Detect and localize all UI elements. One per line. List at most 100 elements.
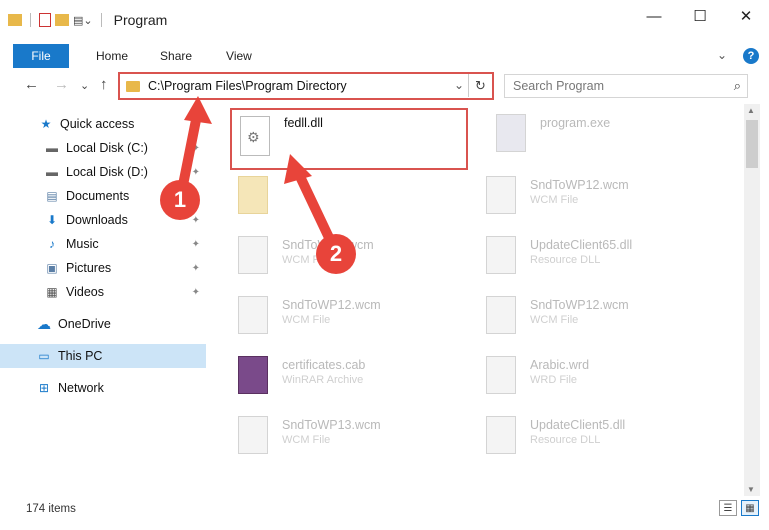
file-icon: [238, 236, 268, 274]
sidebar-item-quick-access[interactable]: ★ Quick access: [0, 112, 206, 136]
pin-icon: ✦: [191, 166, 200, 178]
drive-icon: ▬: [46, 165, 58, 179]
file-name: SndToWP13.wcm: [282, 418, 381, 432]
new-folder-icon[interactable]: [55, 14, 69, 26]
scroll-thumb[interactable]: [746, 120, 758, 168]
sidebar-item-onedrive[interactable]: ☁ OneDrive: [0, 312, 206, 336]
status-bar: 174 items ☰ ▦: [0, 498, 769, 520]
file-icon: [486, 176, 516, 214]
sidebar-item-label: Videos: [66, 285, 104, 299]
sidebar-item-label: Pictures: [66, 261, 112, 275]
expand-ribbon-icon[interactable]: ⌄: [717, 48, 727, 64]
search-input[interactable]: Search Program ⌕: [504, 74, 748, 98]
tab-share[interactable]: Share: [160, 49, 192, 63]
file-item[interactable]: [210, 166, 450, 216]
callout-badge-2: 2: [316, 234, 356, 274]
tab-file[interactable]: File: [13, 44, 69, 68]
file-type: WCM File: [282, 314, 331, 326]
sidebar-item-label: Local Disk (C:): [66, 141, 148, 155]
properties-icon[interactable]: [39, 13, 51, 27]
details-view-icon[interactable]: ☰: [719, 500, 737, 516]
sidebar-item-label: Downloads: [66, 213, 128, 227]
sidebar-item-label: Documents: [66, 189, 130, 203]
file-name: fedll.dll: [284, 116, 323, 130]
file-list: ⚙ fedll.dll program.exe SndToWP12.wcm WC…: [210, 104, 744, 490]
file-icon: [486, 356, 516, 394]
file-type: WinRAR Archive: [282, 374, 364, 386]
archive-icon: [238, 356, 268, 394]
download-icon: ⬇: [46, 213, 58, 227]
vertical-scrollbar[interactable]: ▲ ▼: [744, 104, 760, 496]
file-item[interactable]: UpdateClient65.dll Resource DLL: [458, 226, 698, 276]
computer-icon: ▭: [38, 349, 50, 363]
sidebar-item-label: Network: [58, 381, 104, 395]
file-name: SndToWP12.wcm: [530, 178, 629, 192]
sidebar-item-music[interactable]: ♪ Music ✦: [0, 232, 206, 256]
tab-view[interactable]: View: [226, 49, 252, 63]
file-item[interactable]: SndToWP12.wcm WCM File: [210, 286, 450, 336]
forward-icon[interactable]: →: [54, 76, 69, 93]
search-icon[interactable]: ⌕: [734, 78, 741, 94]
file-name: program.exe: [540, 116, 611, 130]
tiles-view-icon[interactable]: ▦: [741, 500, 759, 516]
music-icon: ♪: [49, 237, 55, 251]
drive-icon: ▬: [46, 141, 58, 155]
videos-icon: ▦: [46, 285, 58, 299]
sidebar-item-label: Music: [66, 237, 99, 251]
file-item[interactable]: SndToWP12.wcm WCM File: [458, 166, 698, 216]
sidebar-item-videos[interactable]: ▦ Videos ✦: [0, 280, 206, 304]
sidebar-item-local-disk-c[interactable]: ▬ Local Disk (C:) ✦: [0, 136, 206, 160]
file-name: SndToWP12.wcm: [530, 298, 629, 312]
ribbon: File Home Share View ⌄ ?: [0, 44, 769, 68]
address-dropdown-icon[interactable]: ⌄: [454, 78, 464, 92]
file-item[interactable]: Arabic.wrd WRD File: [458, 346, 698, 396]
sidebar-item-network[interactable]: ⊞ Network: [0, 376, 206, 400]
file-name: UpdateClient65.dll: [530, 238, 633, 252]
dll-file-icon: [486, 416, 516, 454]
network-icon: ⊞: [38, 381, 50, 395]
file-item[interactable]: program.exe: [468, 104, 708, 154]
callout-badge-1: 1: [160, 180, 200, 220]
sidebar-item-label: Local Disk (D:): [66, 165, 148, 179]
file-item[interactable]: SndToWP13.wcm WCM File: [210, 406, 450, 456]
view-buttons: ☰ ▦: [719, 500, 759, 516]
file-name: SndToWP12.wcm: [282, 298, 381, 312]
folder-icon: [8, 14, 22, 26]
file-name: Arabic.wrd: [530, 358, 590, 372]
sidebar-item-label: OneDrive: [58, 317, 111, 331]
address-bar[interactable]: C:\Program Files\Program Directory ⌄ ↻: [118, 72, 494, 100]
file-item[interactable]: UpdateClient5.dll Resource DLL: [458, 406, 698, 456]
file-type: WRD File: [530, 374, 578, 386]
file-icon: [238, 296, 268, 334]
up-icon[interactable]: ↑: [100, 76, 108, 93]
folder-icon: [238, 176, 268, 214]
customize-icon[interactable]: ▤⌄: [73, 14, 93, 27]
exe-file-icon: [496, 114, 526, 152]
pin-icon: ✦: [191, 238, 200, 250]
divider: [100, 13, 102, 27]
sidebar-item-pictures[interactable]: ▣ Pictures ✦: [0, 256, 206, 280]
gear-icon: ⚙: [247, 129, 260, 145]
minimize-button[interactable]: —: [631, 0, 677, 32]
address-path[interactable]: C:\Program Files\Program Directory: [148, 79, 347, 93]
file-icon: [486, 296, 516, 334]
scroll-up-icon[interactable]: ▲: [747, 106, 755, 115]
help-icon[interactable]: ?: [743, 48, 759, 64]
title-bar: ▤⌄ Program — ☐ ✕: [0, 0, 769, 40]
refresh-icon[interactable]: ↻: [468, 74, 492, 97]
file-name: certificates.cab: [282, 358, 366, 372]
scroll-down-icon[interactable]: ▼: [747, 485, 755, 494]
window-title: Program: [113, 12, 168, 28]
ribbon-right: ⌄ ?: [717, 48, 759, 64]
close-button[interactable]: ✕: [723, 0, 769, 32]
pin-icon: ✦: [191, 142, 200, 154]
maximize-button[interactable]: ☐: [677, 0, 723, 32]
recent-locations-icon[interactable]: ⌄: [80, 79, 89, 92]
sidebar-item-this-pc[interactable]: ▭ This PC: [0, 344, 206, 368]
file-item[interactable]: SndToWP12.wcm WCM File: [458, 286, 698, 336]
file-item-highlighted[interactable]: ⚙ fedll.dll: [230, 108, 468, 170]
dll-file-icon: [486, 236, 516, 274]
file-item[interactable]: certificates.cab WinRAR Archive: [210, 346, 450, 396]
back-icon[interactable]: ←: [24, 76, 39, 93]
tab-home[interactable]: Home: [96, 49, 128, 63]
